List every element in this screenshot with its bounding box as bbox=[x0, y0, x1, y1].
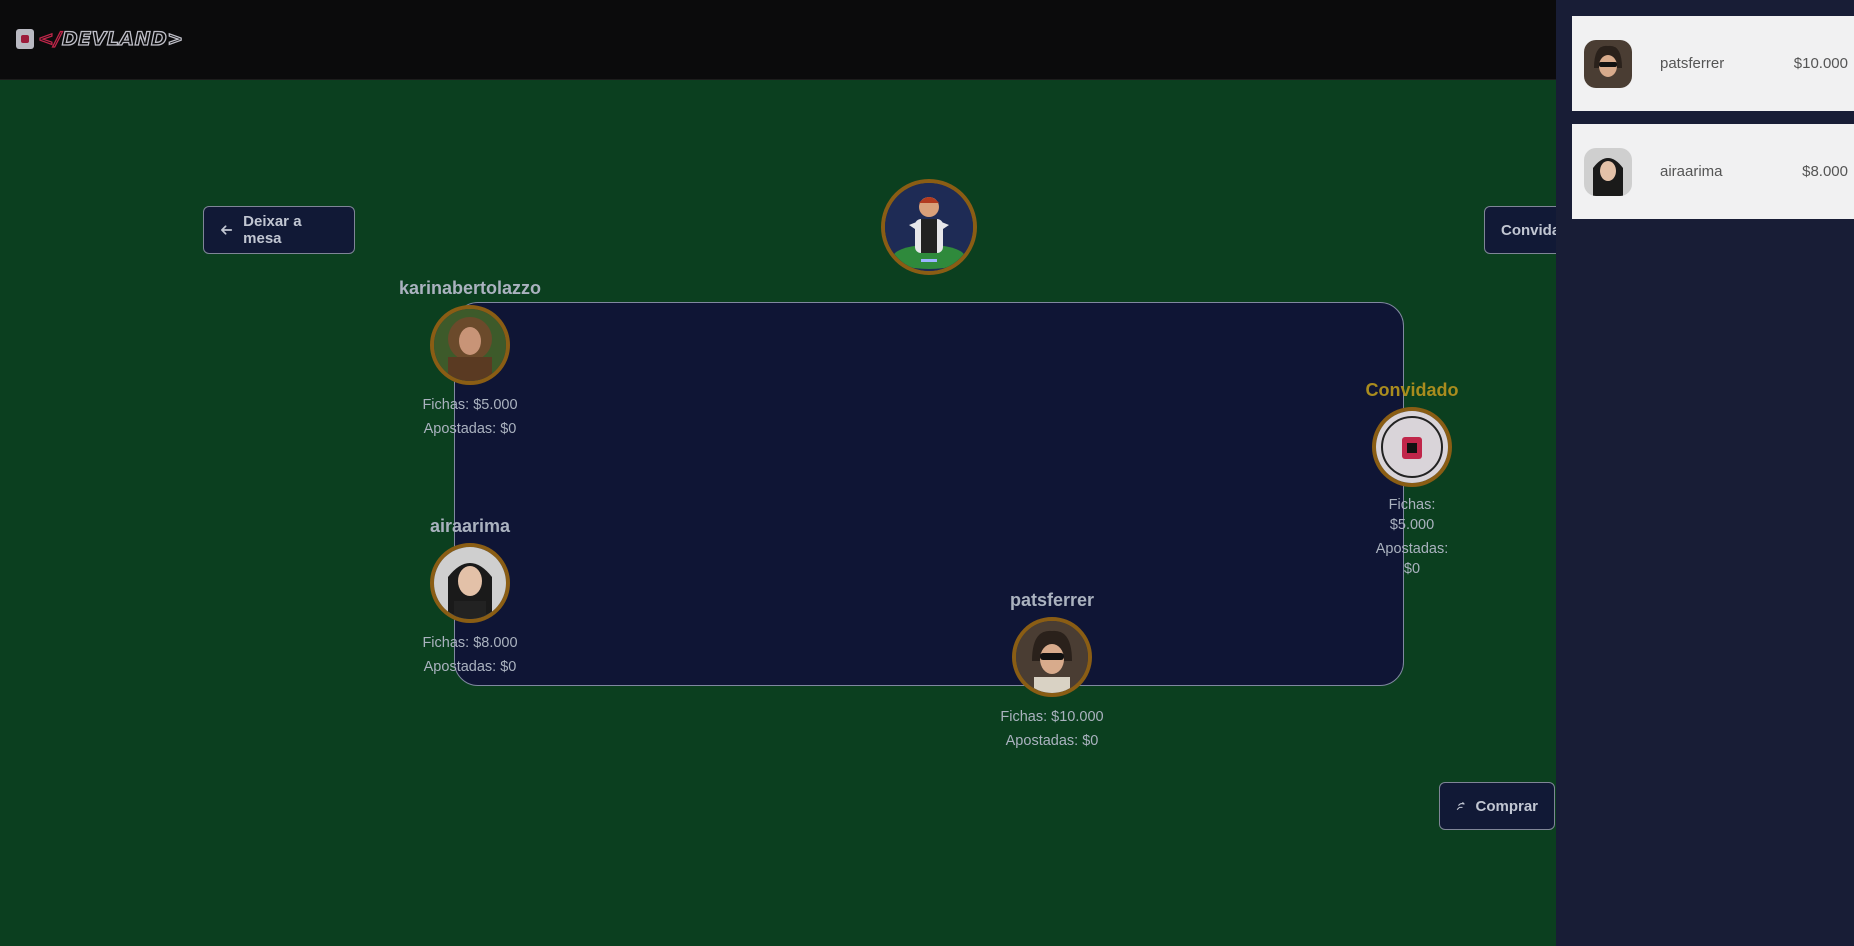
player-bet-label: Apostadas: bbox=[1375, 541, 1449, 557]
buy-button[interactable]: Comprar bbox=[1439, 782, 1555, 830]
player-seat-karinabertolazzo: karinabertolazzo Fichas: $5.000 Apostada… bbox=[395, 278, 545, 441]
castle-logo-icon bbox=[16, 29, 34, 49]
logo-prefix: </ bbox=[37, 27, 62, 50]
player-avatar bbox=[1012, 617, 1092, 697]
leaderboard-panel: patsferrer $10.000 airaarima $8.000 bbox=[1556, 0, 1854, 946]
hand-coins-icon bbox=[1456, 802, 1465, 810]
player-name: patsferrer bbox=[1009, 590, 1095, 610]
player-seat-airaarima: airaarima Fichas: $8.000 Apostadas: $0 bbox=[395, 516, 545, 679]
leaderboard-item[interactable]: airaarima $8.000 bbox=[1572, 124, 1854, 219]
player-chips: Fichas: $5.000 bbox=[422, 397, 518, 413]
leaderboard-name: patsferrer bbox=[1660, 55, 1725, 72]
arrow-left-icon bbox=[221, 225, 233, 235]
top-bar: </DEVLAND> bbox=[0, 0, 1556, 80]
invite-label: Convida bbox=[1501, 221, 1561, 239]
leaderboard-item[interactable]: patsferrer $10.000 bbox=[1572, 16, 1854, 111]
player-name: Convidado bbox=[1365, 380, 1459, 400]
buy-label: Comprar bbox=[1475, 797, 1538, 815]
player-bet: Apostadas: $0 bbox=[423, 421, 517, 437]
player-bet: Apostadas: $0 bbox=[423, 659, 517, 675]
player-avatar bbox=[1372, 407, 1452, 487]
player-seat-patsferrer: patsferrer Fichas: $10.000 Apostadas: $0 bbox=[977, 590, 1127, 753]
leaderboard-name: airaarima bbox=[1660, 163, 1723, 180]
player-bet-value: $0 bbox=[1403, 561, 1421, 577]
leave-table-label: Deixar a mesa bbox=[243, 213, 302, 247]
player-seat-guest: Convidado Fichas: $5.000 Apostadas: $0 bbox=[1362, 380, 1462, 579]
leave-table-button[interactable]: Deixar a mesa bbox=[203, 206, 355, 254]
leaderboard-avatar bbox=[1584, 39, 1632, 88]
leaderboard-avatar bbox=[1584, 147, 1632, 196]
devland-logo[interactable]: </DEVLAND> bbox=[16, 27, 184, 51]
player-bet: Apostadas: $0 bbox=[1005, 733, 1099, 749]
player-chips-label: Fichas: bbox=[1388, 497, 1436, 513]
player-chips: Fichas: $10.000 bbox=[1000, 709, 1104, 725]
player-chips: Fichas: $8.000 bbox=[422, 635, 518, 651]
leaderboard-amount: $8.000 bbox=[1802, 163, 1848, 180]
poker-table bbox=[454, 302, 1404, 686]
player-avatar bbox=[430, 543, 510, 623]
leaderboard-amount: $10.000 bbox=[1793, 55, 1848, 72]
logo-text: </DEVLAND> bbox=[37, 27, 184, 50]
logo-name: DEVLAND> bbox=[61, 27, 184, 50]
dealer-avatar bbox=[881, 179, 977, 275]
player-name: airaarima bbox=[429, 516, 511, 536]
player-avatar bbox=[430, 305, 510, 385]
player-name: karinabertolazzo bbox=[398, 278, 542, 298]
player-chips-value: $5.000 bbox=[1389, 517, 1435, 533]
